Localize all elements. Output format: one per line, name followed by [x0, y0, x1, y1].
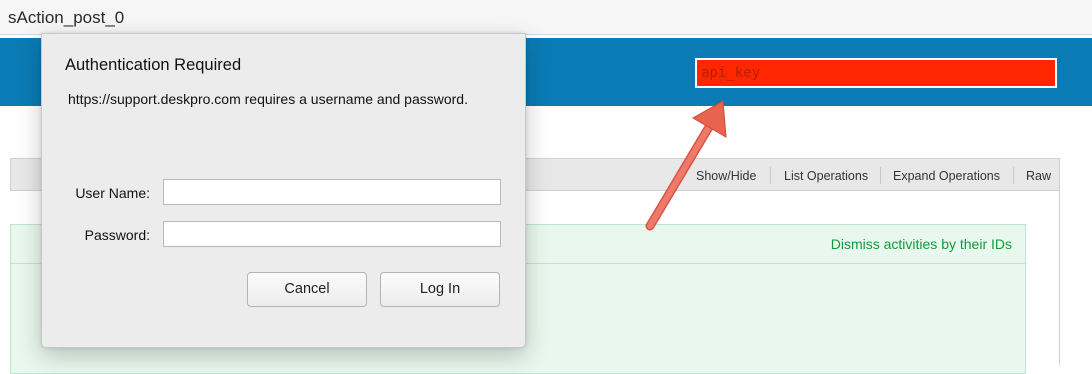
dialog-title: Authentication Required: [65, 56, 242, 74]
arrow-shaft-highlight: [647, 119, 715, 229]
password-label: Password:: [84, 227, 150, 243]
password-field[interactable]: [163, 221, 501, 247]
auth-dialog: Authentication Required https://support.…: [41, 33, 526, 348]
dialog-message: https://support.deskpro.com requires a u…: [68, 91, 468, 107]
username-label: User Name:: [75, 185, 150, 201]
cancel-button[interactable]: Cancel: [247, 272, 367, 307]
username-field[interactable]: [163, 179, 501, 205]
login-button[interactable]: Log In: [380, 272, 500, 307]
